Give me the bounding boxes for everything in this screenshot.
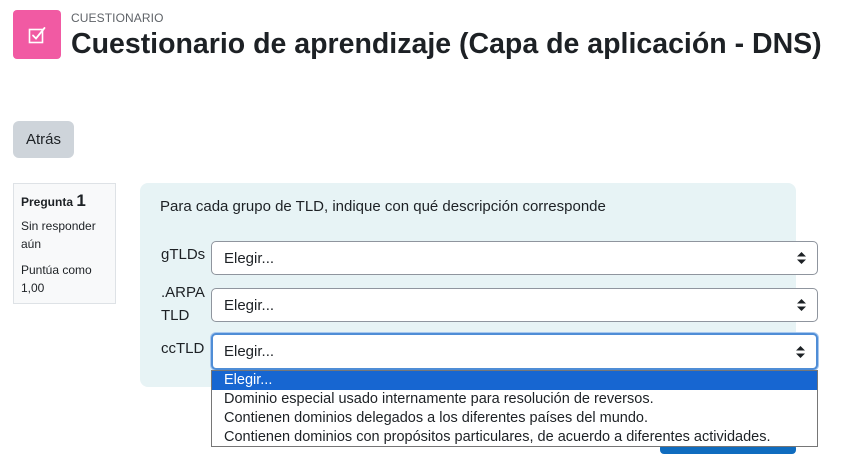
select-dropdown-list[interactable]: Elegir... Dominio especial usado interna… xyxy=(211,370,818,447)
match-label-gtlds: gTLDs xyxy=(161,246,206,263)
page-kicker: CUESTIONARIO xyxy=(71,11,164,25)
back-button[interactable]: Atrás xyxy=(13,121,74,158)
question-title-prefix: Pregunta xyxy=(21,195,74,209)
select-value: Elegir... xyxy=(224,343,275,360)
question-text: Para cada grupo de TLD, indique con qué … xyxy=(160,198,606,215)
quiz-icon xyxy=(13,10,61,59)
question-info: Pregunta 1 Sin responder aún Puntúa como… xyxy=(13,183,116,304)
match-select-gtlds[interactable]: Elegir... xyxy=(211,241,818,275)
select-arrows-icon xyxy=(796,345,805,358)
question-grade: Puntúa como 1,00 xyxy=(21,263,92,295)
question-number: Pregunta 1 xyxy=(21,192,108,211)
select-arrows-icon xyxy=(797,252,806,264)
match-label-arpa: .ARPA TLD xyxy=(161,284,205,324)
page-title: Cuestionario de aprendizaje (Capa de apl… xyxy=(71,28,822,60)
select-value: Elegir... xyxy=(224,249,275,267)
dropdown-option[interactable]: Elegir... xyxy=(212,371,817,390)
dropdown-option[interactable]: Contienen dominios con propósitos partic… xyxy=(212,428,817,446)
match-label-cctld: ccTLD xyxy=(161,340,205,357)
checkbox-icon xyxy=(28,26,46,43)
select-arrows-icon xyxy=(797,299,806,311)
question-state: Sin responder aún xyxy=(21,219,96,251)
question-number-value: 1 xyxy=(76,191,86,210)
match-select-cctld[interactable]: Elegir... xyxy=(211,333,818,370)
match-select-arpa[interactable]: Elegir... xyxy=(211,288,818,322)
dropdown-option[interactable]: Contienen dominios delegados a los difer… xyxy=(212,409,817,428)
select-value: Elegir... xyxy=(224,296,275,314)
dropdown-option[interactable]: Dominio especial usado internamente para… xyxy=(212,390,817,409)
